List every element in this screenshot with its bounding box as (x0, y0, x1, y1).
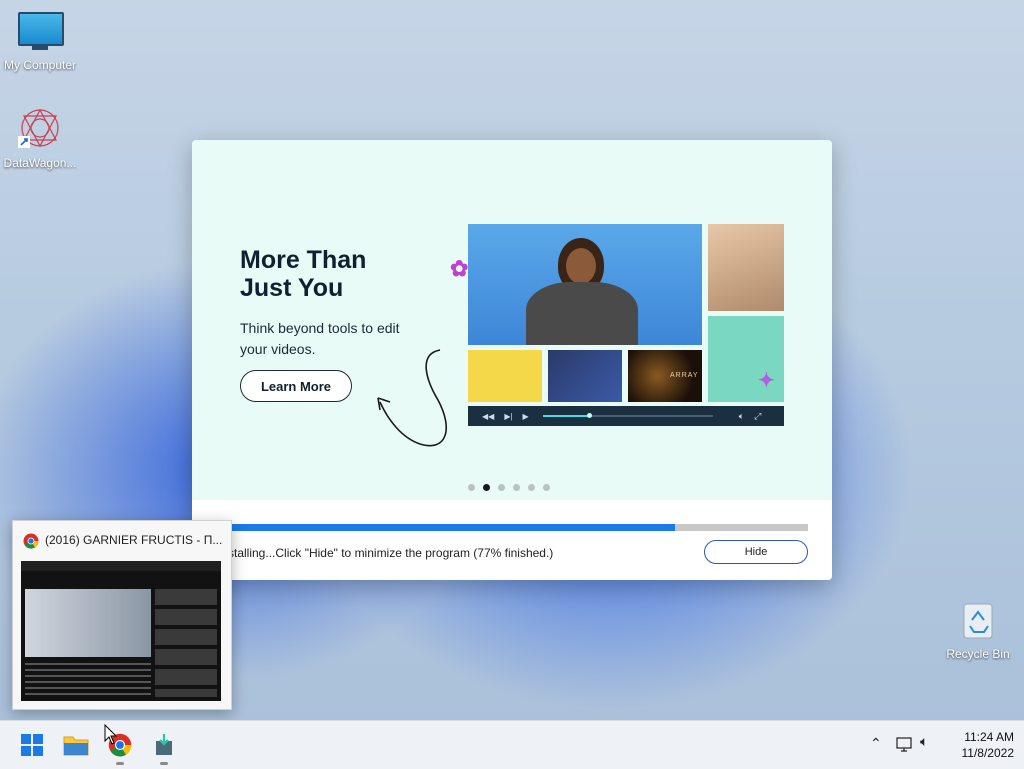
headline-line-1: More Than (240, 246, 367, 274)
clock-date: 11/8/2022 (961, 746, 1015, 760)
show-hidden-icons-chevron-icon[interactable]: ⌃ (870, 735, 882, 752)
hide-button[interactable]: Hide (704, 540, 808, 564)
datawagon-icon (18, 108, 59, 148)
desktop-icon-label: Recycle Bin (946, 647, 1010, 661)
person-face (566, 248, 596, 284)
monitor-icon (18, 12, 64, 46)
carousel-dot[interactable] (468, 484, 475, 491)
sticker-left: ✿ (450, 256, 469, 281)
carousel-dot[interactable] (498, 484, 505, 491)
install-status-text: stalling...Click "Hide" to minimize the … (228, 546, 554, 560)
thumbnail-portrait (708, 224, 784, 311)
windows-logo-icon (21, 734, 43, 756)
chrome-running-indicator (116, 762, 124, 765)
installer-icon (156, 734, 172, 755)
desktop-icon-label: DataWagon... (3, 156, 77, 170)
video-main-thumbnail (468, 224, 702, 345)
desktop-icon-datawagon[interactable]: DataWagon... (2, 106, 78, 172)
taskbar: ⌃ 🔈︎ 11:24 AM 11/8/2022 (0, 720, 1024, 769)
start-button[interactable] (16, 729, 48, 761)
desktop-icon-my-computer[interactable]: My Computer (2, 10, 78, 76)
thumbnail-rocket (548, 350, 622, 402)
learn-more-button[interactable]: Learn More (240, 370, 352, 402)
volume-icon[interactable]: 🔈︎ (920, 733, 928, 750)
file-explorer-button[interactable] (60, 729, 92, 761)
video-player-controls: ◀◀ ▶| ▶ 🔈︎ ⤢ (468, 406, 784, 426)
mouse-cursor-icon (104, 724, 118, 745)
rewind-icon[interactable]: ◀◀ (482, 412, 494, 421)
seek-handle[interactable] (586, 413, 592, 418)
headline-line-2: Just You (240, 274, 344, 302)
thumbnail-hand (468, 350, 542, 402)
chrome-icon (23, 533, 39, 549)
network-icon[interactable] (896, 737, 914, 753)
seek-bar[interactable] (542, 413, 713, 418)
desktop-icon-recycle-bin[interactable]: Recycle Bin (940, 598, 1016, 664)
preview-desc-lines (25, 663, 151, 697)
promo-headline: More Than Just You (240, 246, 366, 302)
monitor-stand-icon (32, 46, 48, 50)
step-icon[interactable]: ▶| (504, 412, 512, 421)
taskbar-window-preview[interactable]: (2016) GARNIER FRUCTIS - П... (12, 520, 232, 710)
preview-thumbnail (21, 561, 221, 701)
volume-icon[interactable]: 🔈︎ (739, 411, 744, 422)
preview-video-area (25, 589, 151, 657)
play-icon[interactable]: ▶ (523, 412, 529, 421)
installer-dialog: More Than Just You Think beyond tools to… (192, 140, 832, 580)
desktop-icon-label: My Computer (3, 58, 77, 72)
install-progress-bar (228, 524, 808, 531)
carousel-dot[interactable] (543, 484, 550, 491)
thumbnail-array: ARRAY (628, 350, 702, 402)
preview-header-bar (21, 561, 221, 571)
fullscreen-icon[interactable]: ⤢ (754, 411, 761, 422)
carousel-dots (468, 484, 550, 491)
preview-title: (2016) GARNIER FRUCTIS - П... (45, 533, 223, 547)
folder-icon (63, 736, 89, 756)
preview-sidebar-list (155, 589, 217, 697)
sticker-right: ✦ (758, 370, 775, 392)
installer-taskbar-button[interactable] (148, 729, 180, 761)
carousel-dot[interactable] (483, 484, 490, 491)
thumbnail-array-text: ARRAY (670, 372, 699, 379)
installer-running-indicator (160, 762, 168, 765)
person-jacket (526, 282, 638, 345)
carousel-dot[interactable] (528, 484, 535, 491)
seek-fill (542, 415, 589, 417)
carousel-dot[interactable] (513, 484, 520, 491)
clock-time: 11:24 AM (964, 730, 1014, 744)
clock[interactable]: 11:24 AM 11/8/2022 (948, 729, 1015, 761)
recycle-bin-icon (963, 603, 993, 639)
install-progress-fill (228, 524, 675, 531)
